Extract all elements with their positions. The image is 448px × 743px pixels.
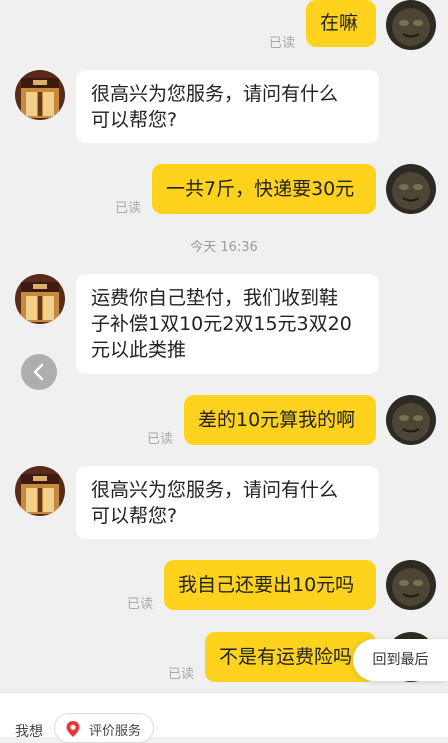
chat-bubble-shop[interactable]: 很高兴为您服务，请问有什么 可以帮您?: [76, 70, 379, 143]
chat-bubble-mine[interactable]: 我自己还要出10元吗: [164, 560, 376, 610]
read-receipt: 已读: [269, 36, 296, 51]
my-avatar[interactable]: [386, 0, 436, 50]
my-avatar[interactable]: [386, 560, 436, 610]
chat-thread[interactable]: 已读 在嘛 很高兴为您服务，请问有什么 可以帮您? 已读 一共7斤，快递要30元: [0, 0, 448, 692]
read-receipt: 已读: [127, 597, 154, 612]
review-service-chip[interactable]: 评价服务: [54, 713, 154, 743]
review-service-label: 评价服务: [89, 724, 142, 739]
location-pin-icon: [65, 720, 81, 742]
read-receipt: 已读: [147, 432, 174, 447]
quick-reply-label: 我想: [15, 724, 43, 740]
my-avatar[interactable]: [386, 164, 436, 214]
chat-bubble-mine[interactable]: 一共7斤，快递要30元: [152, 164, 376, 214]
previous-arrow-button[interactable]: [21, 354, 57, 390]
read-receipt: 已读: [115, 201, 142, 216]
bottom-action-bar: 我想 评价服务: [0, 692, 448, 743]
chat-bubble-shop[interactable]: 运费你自己垫付，我们收到鞋 子补偿1双10元2双15元3双20 元以此类推: [76, 274, 379, 374]
chat-bubble-mine[interactable]: 在嘛: [306, 0, 376, 47]
back-to-latest-button[interactable]: 回到最后: [353, 639, 448, 681]
shop-avatar[interactable]: [15, 466, 65, 516]
chat-bubble-shop[interactable]: 很高兴为您服务，请问有什么 可以帮您?: [76, 466, 379, 539]
read-receipt: 已读: [168, 667, 195, 682]
chat-bubble-mine[interactable]: 差的10元算我的啊: [184, 395, 376, 445]
shop-avatar[interactable]: [15, 70, 65, 120]
timestamp: 今天 16:36: [190, 240, 258, 255]
my-avatar[interactable]: [386, 395, 436, 445]
shop-avatar[interactable]: [15, 274, 65, 324]
chat-bubble-mine[interactable]: 不是有运费险吗: [205, 632, 376, 682]
chevron-left-icon: [33, 363, 44, 381]
